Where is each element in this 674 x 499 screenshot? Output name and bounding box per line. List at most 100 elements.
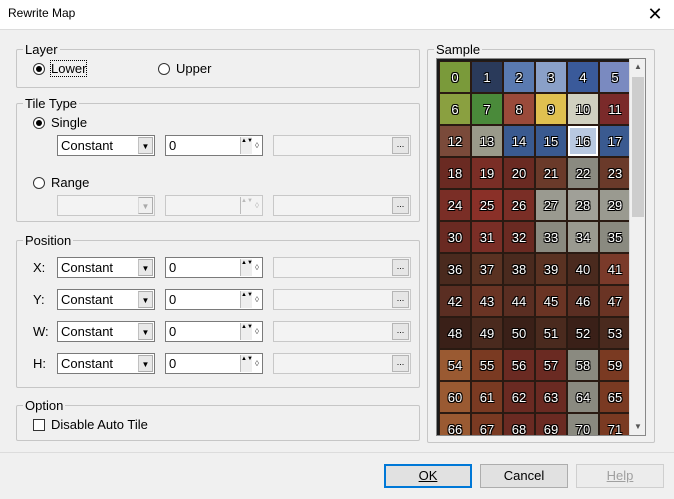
tile-69[interactable]: 69 — [535, 413, 567, 435]
tile-21[interactable]: 21 — [535, 157, 567, 189]
tile-9[interactable]: 9 — [535, 93, 567, 125]
variable-icon[interactable]: ◊ — [253, 291, 261, 308]
tile-58[interactable]: 58 — [567, 349, 599, 381]
tile-42[interactable]: 42 — [439, 285, 471, 317]
tile-28[interactable]: 28 — [567, 189, 599, 221]
spin-arrows-icon[interactable]: ▲▼ — [240, 323, 253, 340]
tile-44[interactable]: 44 — [503, 285, 535, 317]
tile-47[interactable]: 47 — [599, 285, 631, 317]
tile-25[interactable]: 25 — [471, 189, 503, 221]
cancel-button[interactable]: Cancel — [480, 464, 568, 488]
tile-38[interactable]: 38 — [503, 253, 535, 285]
ellipsis-button[interactable]: ... — [392, 291, 409, 308]
tile-32[interactable]: 32 — [503, 221, 535, 253]
scroll-thumb[interactable] — [632, 77, 644, 217]
chevron-down-icon[interactable]: ▼ — [138, 355, 153, 372]
tile-type-range-radio[interactable]: Range — [33, 175, 89, 190]
tile-61[interactable]: 61 — [471, 381, 503, 413]
tile-palette[interactable]: 0 1 2 3 4 5 6 7 8 9 10 11 12 13 14 15 16 17 18 19 20 21 22 23 24… — [436, 58, 646, 436]
tile-1[interactable]: 1 — [471, 61, 503, 93]
tile-71[interactable]: 71 — [599, 413, 631, 435]
tile-10[interactable]: 10 — [567, 93, 599, 125]
spin-arrows-icon[interactable]: ▲▼ — [240, 137, 253, 154]
tile-68[interactable]: 68 — [503, 413, 535, 435]
disable-auto-tile-checkbox[interactable]: Disable Auto Tile — [33, 417, 148, 432]
tile-64[interactable]: 64 — [567, 381, 599, 413]
position-x-combo[interactable]: Constant ▼ — [57, 257, 155, 278]
tile-48[interactable]: 48 — [439, 317, 471, 349]
layer-lower-radio[interactable]: Lower — [33, 60, 88, 77]
tile-41[interactable]: 41 — [599, 253, 631, 285]
tile-59[interactable]: 59 — [599, 349, 631, 381]
tile-20[interactable]: 20 — [503, 157, 535, 189]
tile-37[interactable]: 37 — [471, 253, 503, 285]
tile-43[interactable]: 43 — [471, 285, 503, 317]
tile-49[interactable]: 49 — [471, 317, 503, 349]
tile-type-single-radio[interactable]: Single — [33, 115, 87, 130]
tile-54[interactable]: 54 — [439, 349, 471, 381]
tile-36[interactable]: 36 — [439, 253, 471, 285]
tile-70[interactable]: 70 — [567, 413, 599, 435]
spin-arrows-icon[interactable]: ▲▼ — [240, 259, 253, 276]
tile-66[interactable]: 66 — [439, 413, 471, 435]
tile-3[interactable]: 3 — [535, 61, 567, 93]
tile-11[interactable]: 11 — [599, 93, 631, 125]
tile-palette-scrollbar[interactable]: ▲ ▼ — [629, 59, 645, 435]
tile-19[interactable]: 19 — [471, 157, 503, 189]
tile-35[interactable]: 35 — [599, 221, 631, 253]
variable-icon[interactable]: ◊ — [253, 137, 261, 154]
tile-62[interactable]: 62 — [503, 381, 535, 413]
tile-55[interactable]: 55 — [471, 349, 503, 381]
tile-26[interactable]: 26 — [503, 189, 535, 221]
spin-arrows-icon[interactable]: ▲▼ — [240, 291, 253, 308]
tile-33[interactable]: 33 — [535, 221, 567, 253]
scroll-up-icon[interactable]: ▲ — [630, 59, 645, 75]
tile-40[interactable]: 40 — [567, 253, 599, 285]
tile-39[interactable]: 39 — [535, 253, 567, 285]
tile-60[interactable]: 60 — [439, 381, 471, 413]
tile-14[interactable]: 14 — [503, 125, 535, 157]
tile-17[interactable]: 17 — [599, 125, 631, 157]
tile-29[interactable]: 29 — [599, 189, 631, 221]
ellipsis-button[interactable]: ... — [392, 323, 409, 340]
tile-4[interactable]: 4 — [567, 61, 599, 93]
chevron-down-icon[interactable]: ▼ — [138, 259, 153, 276]
single-type-combo[interactable]: Constant ▼ — [57, 135, 155, 156]
tile-7[interactable]: 7 — [471, 93, 503, 125]
variable-icon[interactable]: ◊ — [253, 323, 261, 340]
tile-34[interactable]: 34 — [567, 221, 599, 253]
position-y-spin[interactable]: 0 ▲▼ ◊ — [165, 289, 263, 310]
chevron-down-icon[interactable]: ▼ — [138, 137, 153, 154]
tile-8[interactable]: 8 — [503, 93, 535, 125]
tile-51[interactable]: 51 — [535, 317, 567, 349]
tile-6[interactable]: 6 — [439, 93, 471, 125]
variable-icon[interactable]: ◊ — [253, 259, 261, 276]
tile-2[interactable]: 2 — [503, 61, 535, 93]
tile-24[interactable]: 24 — [439, 189, 471, 221]
tile-50[interactable]: 50 — [503, 317, 535, 349]
tile-56[interactable]: 56 — [503, 349, 535, 381]
tile-23[interactable]: 23 — [599, 157, 631, 189]
tile-5[interactable]: 5 — [599, 61, 631, 93]
tile-16[interactable]: 16 — [567, 125, 599, 157]
scroll-down-icon[interactable]: ▼ — [630, 419, 645, 435]
close-icon[interactable]: ✕ — [642, 3, 668, 25]
ok-button[interactable]: OK — [384, 464, 472, 488]
position-h-spin[interactable]: 0 ▲▼ ◊ — [165, 353, 263, 374]
position-h-combo[interactable]: Constant ▼ — [57, 353, 155, 374]
tile-46[interactable]: 46 — [567, 285, 599, 317]
tile-12[interactable]: 12 — [439, 125, 471, 157]
ellipsis-button[interactable]: ... — [392, 355, 409, 372]
tile-65[interactable]: 65 — [599, 381, 631, 413]
position-w-combo[interactable]: Constant ▼ — [57, 321, 155, 342]
tile-27[interactable]: 27 — [535, 189, 567, 221]
position-x-spin[interactable]: 0 ▲▼ ◊ — [165, 257, 263, 278]
tile-53[interactable]: 53 — [599, 317, 631, 349]
tile-63[interactable]: 63 — [535, 381, 567, 413]
tile-57[interactable]: 57 — [535, 349, 567, 381]
tile-31[interactable]: 31 — [471, 221, 503, 253]
spin-arrows-icon[interactable]: ▲▼ — [240, 355, 253, 372]
variable-icon[interactable]: ◊ — [253, 355, 261, 372]
tile-15[interactable]: 15 — [535, 125, 567, 157]
tile-52[interactable]: 52 — [567, 317, 599, 349]
